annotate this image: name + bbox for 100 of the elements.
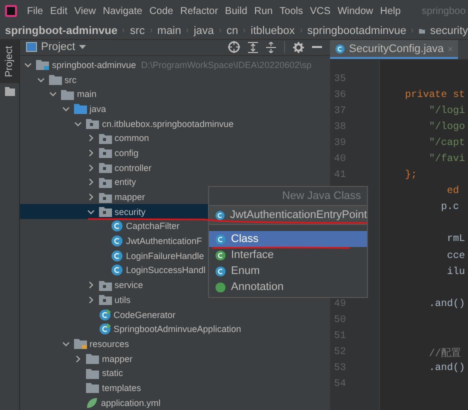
tree-item[interactable]: mapper — [20, 351, 330, 366]
menu-item[interactable]: Edit — [50, 6, 68, 16]
chevron-icon — [243, 26, 246, 35]
tree-item[interactable]: main — [20, 86, 330, 102]
menu-item[interactable]: Class — [209, 231, 367, 247]
chevron-icon[interactable] — [86, 148, 94, 157]
menu-item[interactable]: Help — [380, 6, 401, 16]
breadcrumb-item[interactable]: springbootadminvue — [307, 24, 406, 36]
chevron-icon[interactable] — [86, 296, 94, 304]
tool-window-tab[interactable]: Project — [0, 40, 19, 84]
editor-tab[interactable]: SecurityConfig.java × — [330, 40, 458, 59]
breadcrumb-item[interactable]: security — [430, 24, 468, 36]
project-view-dropdown[interactable]: Project — [24, 41, 88, 54]
menu-item[interactable]: Enum — [209, 263, 367, 279]
tree-item[interactable]: SpringbootAdminvueApplication — [20, 322, 330, 337]
breadcrumb-item[interactable]: springboot-adminvue — [5, 24, 118, 36]
tree-item[interactable]: config — [20, 146, 330, 160]
breadcrumb-item[interactable]: itbluebox — [250, 24, 295, 36]
breadcrumb-item[interactable]: src — [130, 24, 145, 36]
tree-item[interactable]: cn.itbluebox.springbootadminvue — [20, 116, 330, 131]
tree-item[interactable]: controller — [20, 160, 330, 175]
crosshair-icon[interactable] — [228, 41, 240, 54]
folder-icon — [98, 206, 112, 218]
app-logo-icon — [5, 5, 17, 17]
folder-icon — [4, 87, 14, 96]
popup-title: New Java Class — [281, 189, 362, 204]
tree-item[interactable]: CodeGenerator — [20, 307, 330, 322]
code-text: p.c — [440, 202, 460, 214]
chevron-icon[interactable] — [62, 104, 70, 113]
folder-icon — [86, 382, 99, 394]
folder-icon — [48, 74, 62, 86]
class-icon — [111, 264, 123, 276]
tree-item[interactable]: application.yml — [20, 395, 330, 410]
chevron-icon — [411, 26, 414, 35]
folder-icon — [61, 88, 74, 100]
menu-item[interactable]: Annotation — [209, 279, 367, 295]
folder-icon — [98, 192, 112, 203]
tree-item[interactable]: common — [20, 130, 330, 146]
menu-item[interactable]: View — [74, 6, 96, 16]
leaf-file-icon — [86, 396, 98, 409]
menu-item[interactable]: Window — [338, 6, 374, 16]
minimize-icon[interactable] — [312, 46, 322, 49]
code-text: private st — [404, 90, 466, 101]
chevron-icon — [300, 26, 302, 35]
menu-item[interactable]: Refactor — [180, 6, 218, 16]
chevron-icon[interactable] — [74, 354, 82, 363]
tree-item[interactable]: resources — [20, 336, 330, 352]
class-type-icon — [215, 282, 226, 292]
class-icon — [98, 323, 110, 336]
folder-icon — [98, 147, 112, 158]
menu-item[interactable]: Tools — [280, 6, 303, 16]
chevron-icon[interactable] — [86, 208, 94, 216]
chevron-icon — [218, 26, 222, 35]
folder-icon — [74, 103, 86, 114]
breadcrumb-item[interactable]: main — [157, 24, 182, 36]
tree-item[interactable]: templates — [20, 380, 330, 396]
code-text: ed — [446, 186, 460, 198]
chevron-icon[interactable] — [62, 340, 70, 348]
code-text: cce — [446, 250, 466, 262]
chevron-icon — [186, 26, 189, 35]
menu-item[interactable]: Navigate — [102, 6, 142, 16]
class-name-field[interactable]: JwtAuthenticationEntryPoint — [209, 205, 367, 225]
menu-item[interactable]: Code — [149, 6, 174, 16]
menu-item[interactable]: VCS — [310, 6, 331, 16]
tree-item[interactable]: java — [20, 102, 330, 116]
collapse-all-icon[interactable] — [248, 42, 258, 53]
folder-icon — [98, 162, 112, 174]
caret-icon — [79, 45, 86, 50]
menu-item[interactable]: Interface — [209, 247, 367, 263]
tree-item[interactable]: utils — [20, 292, 330, 308]
folder-icon — [86, 368, 99, 379]
chevron-icon[interactable] — [86, 281, 94, 290]
menu-item[interactable]: Run — [254, 6, 273, 16]
code-text: "/logo — [428, 122, 466, 133]
breadcrumb-item[interactable]: java — [194, 24, 214, 36]
settings-icon[interactable] — [293, 42, 304, 53]
tree-item[interactable]: src — [20, 72, 330, 87]
folder-icon — [98, 294, 112, 306]
chevron-icon — [150, 26, 152, 35]
tree-item[interactable]: entity — [20, 175, 330, 190]
chevron-icon[interactable] — [36, 76, 44, 84]
class-icon — [335, 44, 345, 54]
breadcrumb-item[interactable]: cn — [226, 24, 238, 36]
class-icon — [111, 235, 123, 248]
chevron-icon[interactable] — [74, 120, 82, 128]
menu-item[interactable]: Build — [225, 6, 248, 16]
menu-item[interactable]: File — [27, 6, 44, 16]
chevron-icon[interactable] — [86, 134, 94, 142]
code-text: ilu — [446, 266, 466, 278]
expand-all-icon[interactable] — [266, 42, 276, 53]
chevron-icon[interactable] — [86, 178, 94, 186]
code-text: "/logi — [428, 106, 466, 117]
panel-icon — [26, 42, 37, 52]
class-icon — [98, 308, 110, 321]
folder-icon — [98, 132, 112, 144]
chevron-icon[interactable] — [49, 90, 57, 98]
chevron-icon[interactable] — [86, 164, 94, 172]
tree-item[interactable]: static — [20, 366, 330, 381]
chevron-icon[interactable] — [24, 60, 32, 69]
chevron-icon[interactable] — [86, 193, 94, 202]
